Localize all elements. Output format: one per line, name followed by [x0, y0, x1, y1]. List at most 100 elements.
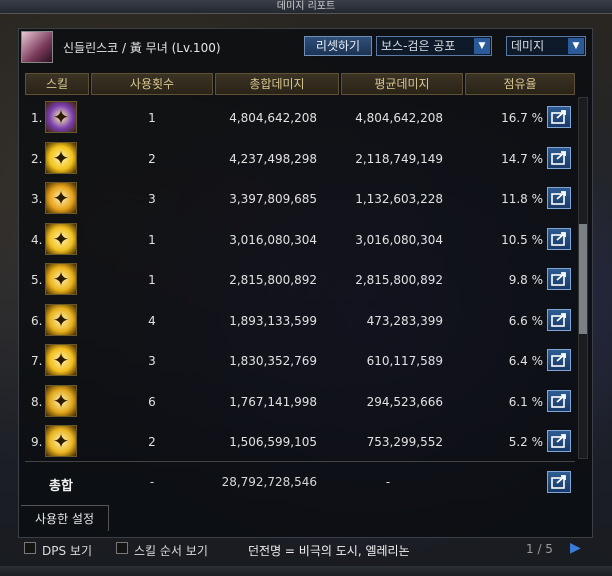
share-icon — [551, 110, 566, 124]
row-rank: 4. — [31, 232, 43, 247]
row-rank: 3. — [31, 192, 43, 206]
violet-spirit-icon: ✦ — [45, 101, 77, 133]
scrollbar[interactable] — [578, 97, 588, 459]
skill-order-checkbox-label: 스킬 순서 보기 — [134, 544, 208, 558]
share-icon — [551, 150, 566, 165]
used-settings-tab[interactable]: 사용한 설정 — [21, 505, 109, 531]
damage-report-panel: 신들린스코 / 黃 무녀 (Lv.100) 리셋하기 보스-검은 공포 ▼ 데미… — [18, 28, 593, 538]
share-total-button[interactable] — [547, 471, 571, 493]
row-rank: 9. — [31, 435, 43, 449]
share-button[interactable] — [547, 430, 571, 452]
share-icon — [551, 393, 566, 408]
row-total-damage: 1,767,141,998 — [229, 394, 317, 409]
row-rank: 6. — [31, 313, 43, 328]
share-button[interactable] — [547, 349, 571, 371]
row-rank: 8. — [31, 394, 43, 409]
table-row: 3. ✦ 3 3,397,809,685 1,132,603,228 11.8 % — [19, 178, 574, 219]
share-icon — [551, 191, 566, 205]
row-avg-damage: 3,016,080,304 — [355, 232, 443, 247]
row-total-damage: 1,893,133,599 — [229, 313, 317, 328]
table-row: 1. ✦ 1 4,804,642,208 4,804,642,208 16.7 % — [19, 97, 574, 138]
row-avg-damage: 610,117,589 — [366, 354, 443, 368]
page-indicator: 1 / 5 — [526, 542, 553, 556]
table-row: 4. ✦ 1 3,016,080,304 3,016,080,304 10.5 % — [19, 219, 574, 260]
row-share: 6.4 % — [508, 354, 543, 368]
total-uses: - — [149, 475, 155, 489]
row-share: 6.6 % — [508, 313, 543, 328]
chevron-down-icon[interactable]: ▼ — [568, 38, 584, 54]
share-button[interactable] — [547, 268, 571, 290]
total-damage: 28,792,728,546 — [221, 475, 317, 489]
dps-checkbox[interactable] — [24, 542, 36, 554]
row-total-damage: 3,397,809,685 — [229, 192, 317, 206]
column-header-skill[interactable]: 스킬 — [25, 73, 89, 95]
damage-type-select[interactable]: 데미지 ▼ — [506, 36, 586, 56]
sun-burst-icon: ✦ — [45, 141, 77, 174]
row-uses: 1 — [148, 232, 156, 247]
share-icon — [551, 231, 566, 246]
row-rank: 1. — [31, 111, 43, 125]
report-header: 신들린스코 / 黃 무녀 (Lv.100) 리셋하기 보스-검은 공포 ▼ 데미… — [19, 29, 594, 71]
row-share: 10.5 % — [501, 232, 543, 247]
golden-wheel-icon: ✦ — [45, 222, 77, 255]
game-menu-bar — [0, 566, 612, 576]
share-button[interactable] — [547, 389, 571, 412]
row-uses: 1 — [148, 111, 156, 125]
table-row: 8. ✦ 6 1,767,141,998 294,523,666 6.1 % — [19, 381, 574, 422]
character-avatar — [21, 31, 53, 63]
golden-claw-icon: ✦ — [45, 344, 77, 376]
row-share: 16.7 % — [501, 111, 543, 125]
column-header-total[interactable]: 총합데미지 — [215, 73, 339, 95]
share-button[interactable] — [547, 308, 571, 331]
row-uses: 2 — [148, 435, 156, 449]
share-button[interactable] — [547, 106, 571, 128]
row-total-damage: 4,804,642,208 — [229, 111, 317, 125]
row-uses: 6 — [148, 394, 156, 409]
dps-checkbox-label: DPS 보기 — [42, 544, 92, 558]
share-icon — [551, 312, 566, 327]
divider — [25, 461, 575, 462]
row-total-damage: 1,506,599,105 — [229, 435, 317, 449]
total-label: 총합 — [49, 479, 73, 494]
row-rank: 5. — [31, 273, 43, 287]
share-icon — [551, 434, 566, 448]
column-header-avg[interactable]: 평균데미지 — [341, 73, 463, 95]
row-total-damage: 1,830,352,769 — [229, 354, 317, 368]
share-icon — [551, 353, 566, 367]
dungeon-name: 던전명 = 비극의 도시, 엘레리논 — [248, 544, 410, 558]
window-title-bar: 데미지 리포트 — [0, 0, 612, 14]
share-button[interactable] — [547, 187, 571, 209]
chevron-down-icon[interactable]: ▼ — [474, 38, 490, 54]
share-button[interactable] — [547, 227, 571, 250]
row-uses: 2 — [148, 151, 156, 166]
row-avg-damage: 4,804,642,208 — [355, 111, 443, 125]
reset-button[interactable]: 리셋하기 — [304, 36, 372, 56]
row-rank: 2. — [31, 151, 43, 166]
next-page-icon[interactable]: ▶ — [570, 540, 581, 556]
table-row: 6. ✦ 4 1,893,133,599 473,283,399 6.6 % — [19, 300, 574, 341]
row-avg-damage: 2,815,800,892 — [355, 273, 443, 287]
damage-type-value: 데미지 — [511, 39, 545, 53]
column-header-uses[interactable]: 사용횟수 — [91, 73, 213, 95]
boss-select[interactable]: 보스-검은 공포 ▼ — [376, 36, 492, 56]
table-row: 5. ✦ 1 2,815,800,892 2,815,800,892 9.8 % — [19, 259, 574, 300]
golden-shield-icon: ✦ — [45, 303, 77, 336]
table-row: 2. ✦ 2 4,237,498,298 2,118,749,149 14.7 % — [19, 138, 574, 179]
row-avg-damage: 1,132,603,228 — [355, 192, 443, 206]
row-total-damage: 2,815,800,892 — [229, 273, 317, 287]
share-icon — [551, 475, 566, 489]
boss-select-value: 보스-검은 공포 — [381, 39, 456, 53]
total-avg: - — [385, 475, 391, 489]
row-avg-damage: 2,118,749,149 — [355, 151, 443, 166]
row-share: 9.8 % — [508, 273, 543, 287]
row-share: 11.8 % — [501, 192, 543, 206]
row-uses: 1 — [148, 273, 156, 287]
skill-order-checkbox[interactable] — [116, 542, 128, 554]
golden-dragon-icon: ✦ — [45, 263, 77, 295]
fire-blade-icon: ✦ — [45, 182, 77, 214]
scrollbar-thumb[interactable] — [579, 224, 587, 334]
column-header-share[interactable]: 점유율 — [465, 73, 575, 95]
row-share: 14.7 % — [501, 151, 543, 166]
share-button[interactable] — [547, 146, 571, 169]
row-total-damage: 4,237,498,298 — [229, 151, 317, 166]
